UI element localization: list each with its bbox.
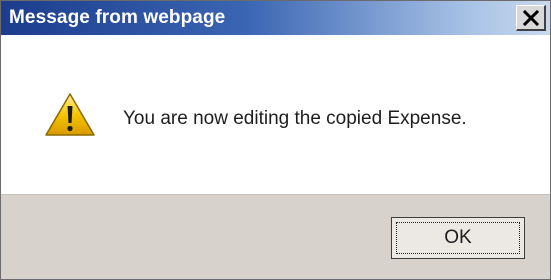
close-button[interactable] — [516, 5, 546, 31]
warning-icon — [44, 92, 96, 138]
dialog-message: You are now editing the copied Expense. — [123, 108, 467, 129]
dialog-title: Message from webpage — [9, 7, 226, 28]
ok-button-label: OK — [444, 227, 472, 248]
dialog-footer: OK — [1, 194, 550, 279]
message-dialog: Message from webpage You are now editing… — [0, 0, 551, 280]
close-icon — [522, 9, 539, 26]
ok-button[interactable]: OK — [391, 217, 525, 259]
dialog-body: You are now editing the copied Expense. — [1, 36, 550, 194]
title-bar[interactable]: Message from webpage — [1, 1, 550, 35]
